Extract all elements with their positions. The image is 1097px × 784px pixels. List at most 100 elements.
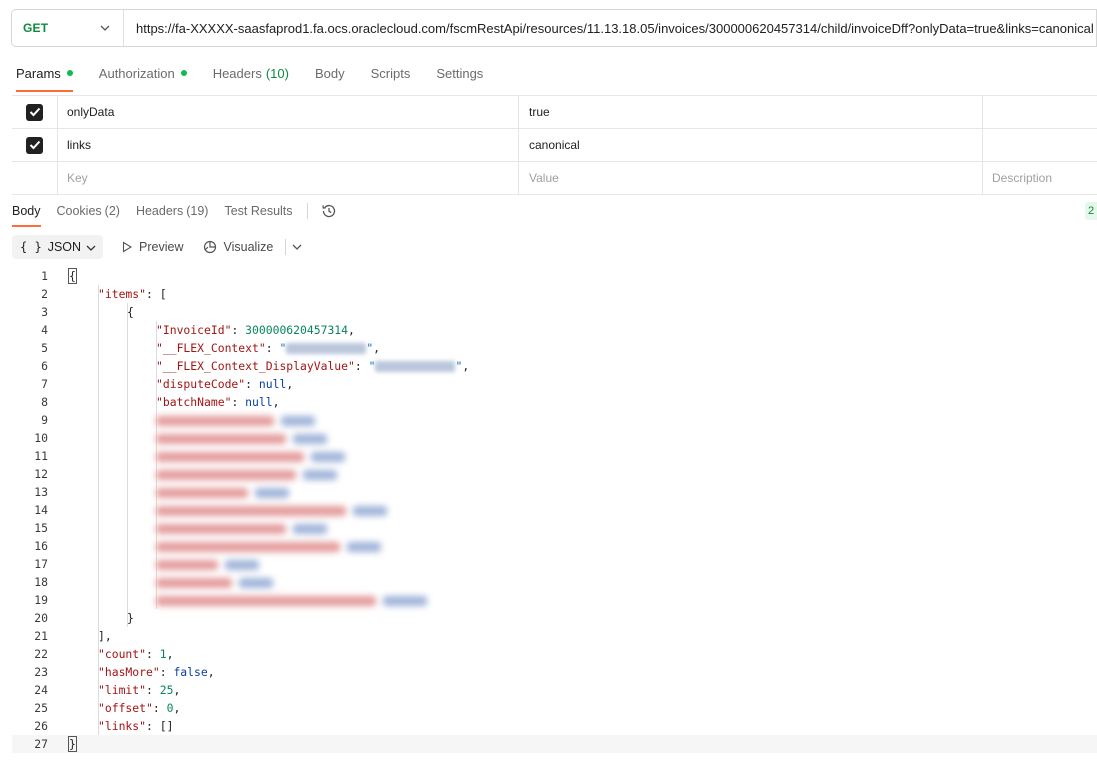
json-key: "links"	[98, 719, 147, 733]
tab-body[interactable]: Body	[315, 62, 345, 84]
json-key: "hasMore"	[98, 665, 160, 679]
code-line-redacted: 14	[12, 501, 1097, 519]
json-number: 300000620457314	[245, 323, 349, 337]
tabs-divider	[306, 203, 308, 219]
code-line: 25 "offset": 0,	[12, 699, 1097, 717]
play-icon	[122, 241, 133, 253]
authorization-indicator-dot	[180, 70, 187, 76]
visualize-button[interactable]: Visualize	[202, 239, 274, 255]
tab-headers[interactable]: Headers (10)	[213, 62, 289, 84]
params-indicator-dot	[66, 70, 73, 76]
history-icon[interactable]	[320, 202, 338, 220]
tab-settings[interactable]: Settings	[436, 62, 483, 84]
json-key: "InvoiceId"	[156, 323, 232, 337]
code-line-redacted: 13	[12, 483, 1097, 501]
response-tab-test-results-label: Test Results	[224, 204, 293, 218]
code-line: 24 "limit": 25,	[12, 681, 1097, 699]
code-line: 26 "links": []	[12, 717, 1097, 735]
line-number: 2	[41, 287, 48, 301]
code-line: 4 "InvoiceId": 300000620457314,	[12, 321, 1097, 339]
response-tab-test-results[interactable]: Test Results	[224, 200, 292, 222]
request-url-bar: GET https://fa-XXXXX-saasfaprod1.fa.ocs.…	[11, 9, 1097, 47]
tab-scripts[interactable]: Scripts	[371, 62, 411, 84]
line-number: 24	[34, 683, 48, 697]
param-key[interactable]: onlyData	[58, 96, 519, 128]
preview-label: Preview	[139, 240, 184, 254]
code-line-redacted: 9	[12, 411, 1097, 429]
json-key: "count"	[98, 647, 147, 661]
param-value[interactable]: canonical	[519, 129, 983, 161]
response-tab-cookies-label: Cookies	[56, 204, 102, 218]
response-tab-body-label: Body	[12, 204, 41, 218]
format-selector[interactable]: { } JSON	[12, 235, 104, 259]
preview-button[interactable]: Preview	[121, 240, 184, 254]
param-checkbox-cell	[12, 162, 58, 194]
visualize-icon	[203, 240, 216, 254]
json-key: "__FLEX_Context_DisplayValue"	[156, 359, 355, 373]
response-tab-headers[interactable]: Headers (19)	[136, 200, 208, 222]
tab-authorization-label: Authorization	[98, 65, 175, 81]
line-number: 9	[41, 413, 48, 427]
param-row-new: Key Value Description	[12, 162, 1097, 195]
json-brace: }	[68, 736, 77, 752]
param-description[interactable]	[983, 96, 1097, 128]
redacted-value	[286, 343, 367, 354]
url-input[interactable]: https://fa-XXXXX-saasfaprod1.fa.ocs.orac…	[124, 21, 1094, 36]
tab-settings-label: Settings	[436, 65, 484, 81]
params-table: onlyData true links canonical Key Value …	[12, 95, 1097, 195]
json-array: []	[159, 719, 174, 733]
response-tab-body[interactable]: Body	[12, 200, 41, 227]
param-row: links canonical	[12, 129, 1097, 162]
json-key: "items"	[98, 287, 147, 301]
tab-authorization[interactable]: Authorization	[99, 62, 187, 84]
method-selector[interactable]: GET	[12, 10, 124, 46]
response-tab-cookies[interactable]: Cookies (2)	[57, 200, 120, 222]
param-key[interactable]: links	[58, 129, 519, 161]
response-headers-count: (19)	[186, 204, 209, 218]
json-number: 1	[159, 647, 167, 661]
param-description-placeholder[interactable]: Description	[983, 162, 1097, 194]
param-value-placeholder[interactable]: Value	[519, 162, 983, 194]
redacted-value	[375, 361, 456, 372]
status-badge: 2	[1085, 202, 1097, 220]
visualize-label: Visualize	[223, 240, 274, 254]
code-line-redacted: 12	[12, 465, 1097, 483]
tab-params[interactable]: Params	[16, 62, 73, 92]
param-checkbox[interactable]	[26, 136, 43, 154]
line-number: 23	[34, 665, 48, 679]
json-key: "__FLEX_Context"	[156, 341, 266, 355]
code-line-redacted: 19	[12, 591, 1097, 609]
param-description[interactable]	[983, 129, 1097, 161]
visualize-options-button[interactable]	[292, 244, 302, 250]
headers-count: (10)	[265, 65, 289, 81]
request-tabs: Params Authorization Headers (10) Body S…	[16, 62, 509, 92]
code-line: 1{	[12, 267, 1097, 285]
json-null: null	[258, 377, 287, 391]
code-line: 8 "batchName": null,	[12, 393, 1097, 411]
json-key: "offset"	[98, 701, 153, 715]
param-checkbox-cell	[12, 96, 58, 128]
code-line-current: 27}	[12, 735, 1097, 753]
tab-body-label: Body	[314, 65, 345, 81]
code-line: 20}	[12, 609, 1097, 627]
param-key-placeholder[interactable]: Key	[58, 162, 519, 194]
code-line-redacted: 11	[12, 447, 1097, 465]
format-label: JSON	[47, 240, 82, 254]
tab-scripts-label: Scripts	[370, 65, 411, 81]
line-number: 27	[34, 737, 48, 751]
line-number: 7	[41, 377, 48, 391]
line-number: 10	[34, 431, 48, 445]
param-checkbox[interactable]	[26, 103, 43, 121]
response-tabs: Body Cookies (2) Headers (19) Test Resul…	[12, 200, 338, 227]
line-number: 4	[41, 323, 48, 337]
line-number: 17	[34, 557, 48, 571]
code-line-redacted: 10	[12, 429, 1097, 447]
param-value[interactable]: true	[519, 96, 983, 128]
response-body-editor[interactable]: 1{ 2 "items": [ 3{ 4 "InvoiceId": 30000062…	[12, 267, 1097, 753]
line-number: 16	[34, 539, 48, 553]
code-line-redacted: 17	[12, 555, 1097, 573]
chevron-down-icon	[98, 21, 112, 35]
code-line-redacted: 15	[12, 519, 1097, 537]
code-line: 22 "count": 1,	[12, 645, 1097, 663]
json-key: "disputeCode"	[156, 377, 246, 391]
